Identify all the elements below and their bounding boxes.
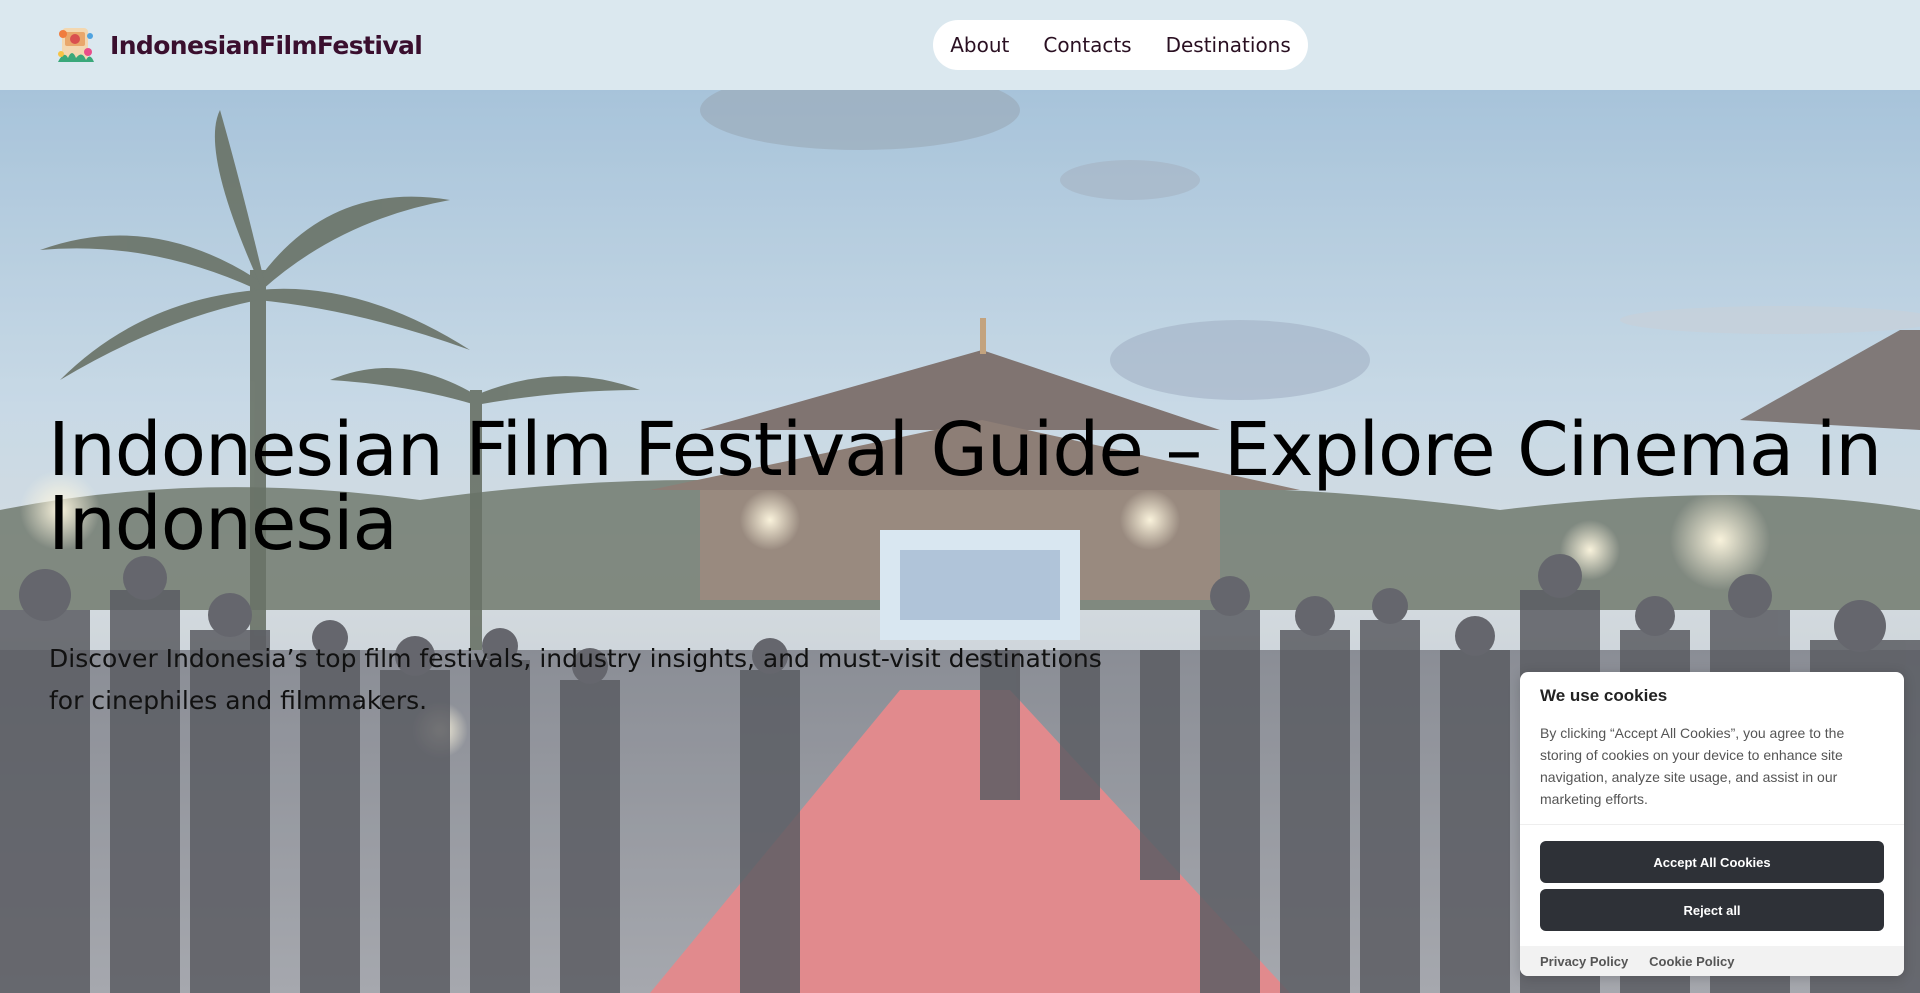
main-nav: About Contacts Destinations (933, 20, 1308, 70)
cookie-divider (1520, 824, 1904, 825)
nav-item-destinations[interactable]: Destinations (1166, 33, 1291, 57)
site-header: IndonesianFilmFestival About Contacts De… (0, 0, 1920, 90)
brand-name: IndonesianFilmFestival (110, 30, 423, 60)
hero-title: Indonesian Film Festival Guide – Explore… (48, 407, 1882, 567)
cookie-description: By clicking “Accept All Cookies”, you ag… (1540, 725, 1845, 807)
cookie-policy-link[interactable]: Cookie Policy (1649, 954, 1734, 969)
nav-item-contacts[interactable]: Contacts (1043, 33, 1131, 57)
accept-all-cookies-button[interactable]: Accept All Cookies (1540, 841, 1884, 883)
privacy-policy-link[interactable]: Privacy Policy (1540, 954, 1628, 969)
cookie-consent-dialog: We use cookies By clicking “Accept All C… (1520, 672, 1904, 976)
reject-all-cookies-button[interactable]: Reject all (1540, 889, 1884, 931)
hero-subtitle: Discover Indonesia’s top film festivals,… (49, 644, 1102, 715)
nav-item-about[interactable]: About (950, 33, 1009, 57)
brand-home-link[interactable]: IndonesianFilmFestival (54, 22, 423, 68)
cookie-footer: Privacy Policy Cookie Policy (1520, 946, 1904, 976)
festival-logo-icon (58, 28, 94, 62)
cookie-title: We use cookies (1540, 686, 1668, 705)
